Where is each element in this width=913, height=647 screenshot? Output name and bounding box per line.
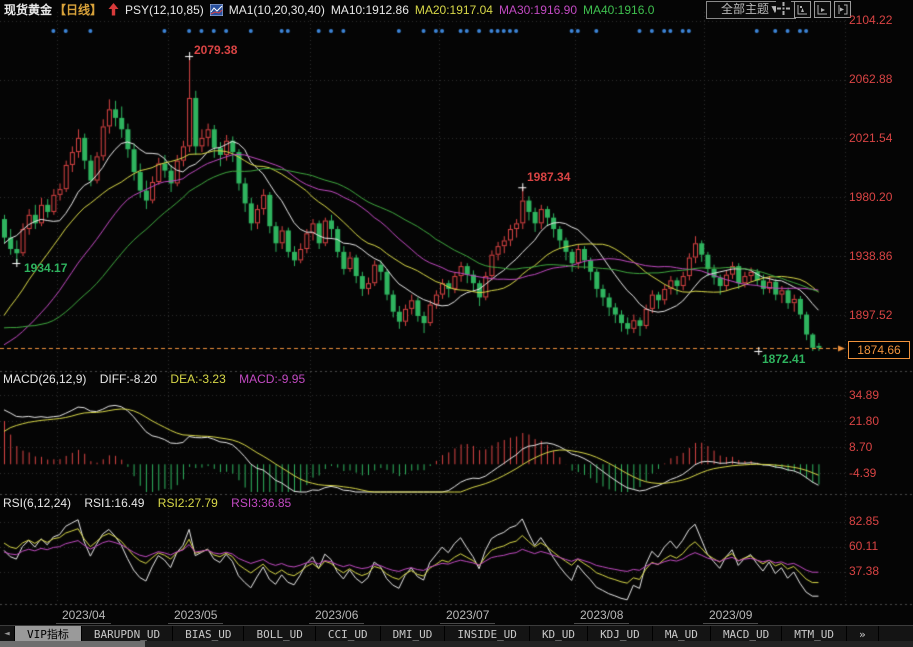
ma40-value: MA40:1916.0 [583, 1, 654, 19]
macd-y-tick: -4.39 [849, 466, 876, 480]
rsi1-value: RSI1:16.49 [84, 496, 144, 510]
chart-thumbnail-icon [210, 4, 223, 16]
tab-boll[interactable]: BOLL_UD [244, 626, 315, 642]
last-price-badge: 1874.66 [848, 341, 910, 359]
macd-y-tick: 21.80 [849, 414, 879, 428]
price-chart-canvas[interactable] [0, 0, 913, 647]
y-axis-tick: 1897.52 [849, 308, 892, 322]
rsi2-value: RSI2:27.79 [158, 496, 218, 510]
y-axis-tick: 2021.54 [849, 131, 892, 145]
ma30-value: MA30:1916.90 [499, 1, 577, 19]
rsi3-value: RSI3:36.85 [231, 496, 291, 510]
y-axis-tick: 1980.20 [849, 190, 892, 204]
y-axis-tick: 2062.88 [849, 72, 892, 86]
x-axis-tick: 2023/06 [309, 608, 364, 624]
x-axis-tick: 2023/04 [56, 608, 111, 624]
macd-title[interactable]: MACD(26,12,9) [3, 372, 86, 386]
ma-group-label[interactable]: MA1(10,20,30,40) [229, 1, 325, 19]
arrow-up-icon [108, 3, 119, 16]
rsi-y-tick: 37.38 [849, 564, 879, 578]
tab-vip-indicator[interactable]: VIP指标 [15, 626, 82, 642]
symbol-name: 现货黄金 [4, 1, 52, 19]
tab-macd[interactable]: MACD_UD [711, 626, 782, 642]
x-axis-tick: 2023/05 [168, 608, 223, 624]
tab-kd[interactable]: KD_UD [530, 626, 588, 642]
tab-mtm[interactable]: MTM_UD [782, 626, 847, 642]
rsi-y-tick: 82.85 [849, 514, 879, 528]
macd-y-tick: 34.89 [849, 388, 879, 402]
tab-inside[interactable]: INSIDE_UD [445, 626, 530, 642]
low-price-marker: 1934.17 [24, 261, 67, 275]
tab-dmi[interactable]: DMI_UD [381, 626, 446, 642]
y-axis-tick: 1938.86 [849, 249, 892, 263]
macd-diff-value: DIFF:-8.20 [100, 372, 157, 386]
x-axis-tick: 2023/08 [574, 608, 629, 624]
macd-dea-value: DEA:-3.23 [170, 372, 225, 386]
rsi-title[interactable]: RSI(6,12,24) [3, 496, 71, 510]
horizontal-scrollbar[interactable] [0, 641, 913, 647]
chart-window: 现货黄金【日线】 PSY(12,10,85) MA1(10,20,30,40) … [0, 0, 913, 647]
tab-cci[interactable]: CCI_UD [316, 626, 381, 642]
ma10-value: MA10:1912.86 [331, 1, 409, 19]
high-price-marker: 2079.38 [194, 43, 237, 57]
macd-y-tick: 8.70 [849, 440, 872, 454]
tab-ma[interactable]: MA_UD [653, 626, 711, 642]
ma20-value: MA20:1917.04 [415, 1, 493, 19]
high-price-marker: 1987.34 [527, 170, 570, 184]
macd-panel-header: MACD(26,12,9) DIFF:-8.20 DEA:-3.23 MACD:… [3, 372, 315, 386]
period-label: 【日线】 [54, 1, 102, 19]
rsi-panel-header: RSI(6,12,24) RSI1:16.49 RSI2:27.79 RSI3:… [3, 496, 301, 510]
scrollbar-thumb[interactable] [0, 641, 145, 647]
tab-bias[interactable]: BIAS_UD [173, 626, 244, 642]
low-price-marker: 1872.41 [762, 352, 805, 366]
toolbar: 现货黄金【日线】 PSY(12,10,85) MA1(10,20,30,40) … [0, 0, 913, 19]
x-axis-tick: 2023/09 [703, 608, 758, 624]
rsi-y-tick: 60.11 [849, 539, 878, 553]
tab-barupdn[interactable]: BARUPDN_UD [82, 626, 173, 642]
tab-more-button[interactable]: » [847, 626, 879, 642]
macd-value: MACD:-9.95 [239, 372, 305, 386]
x-axis-tick: 2023/07 [440, 608, 495, 624]
tab-scroll-left-button[interactable]: ◄ [0, 626, 15, 642]
psy-indicator-label[interactable]: PSY(12,10,85) [125, 1, 204, 19]
tab-kdj[interactable]: KDJ_UD [588, 626, 653, 642]
indicator-tab-bar: ◄ VIP指标 BARUPDN_UD BIAS_UD BOLL_UD CCI_U… [0, 625, 913, 642]
